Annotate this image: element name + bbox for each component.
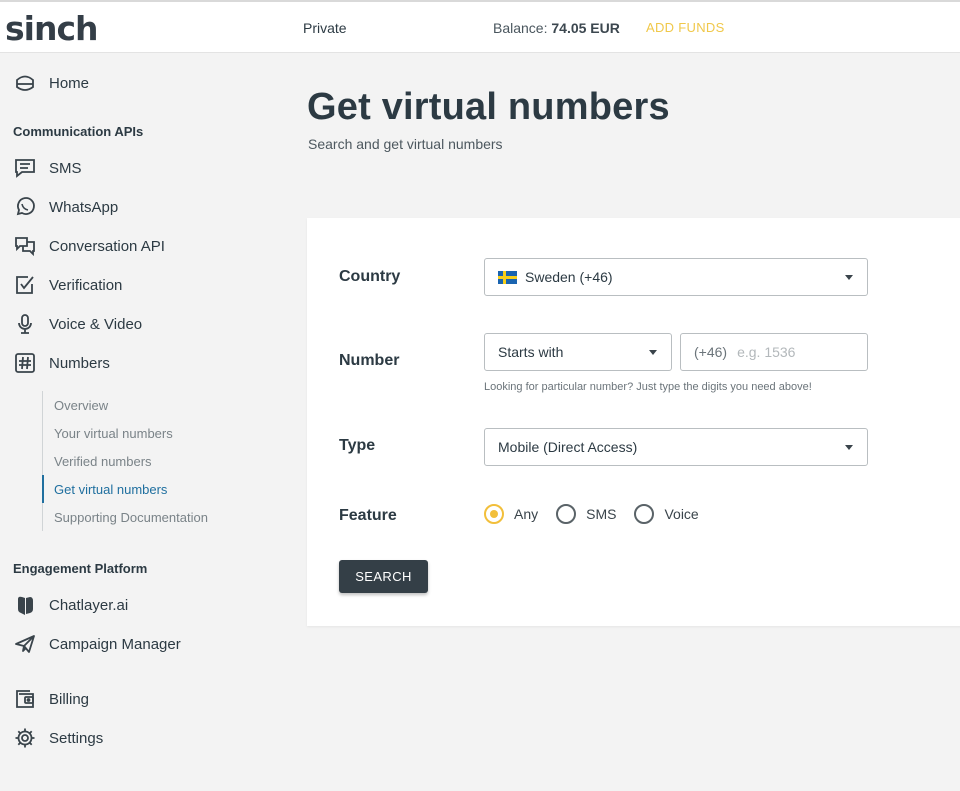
submenu-item-your-virtual-numbers[interactable]: Your virtual numbers (43, 419, 262, 447)
section-engagement-platform: Engagement Platform (13, 561, 148, 576)
numbers-submenu: Overview Your virtual numbers Verified n… (42, 391, 262, 531)
add-funds-link[interactable]: ADD FUNDS (646, 20, 725, 35)
sidebar-item-campaign-manager[interactable]: Campaign Manager (0, 629, 270, 659)
sidebar-item-conversation-api[interactable]: Conversation API (0, 231, 270, 261)
number-placeholder: e.g. 1536 (737, 344, 796, 360)
number-label: Number (339, 352, 400, 369)
sidebar-item-whatsapp[interactable]: WhatsApp (0, 192, 270, 222)
sidebar-item-chatlayer[interactable]: Chatlayer.ai (0, 590, 270, 620)
number-input[interactable]: (+46) e.g. 1536 (680, 333, 868, 371)
balance-label: Balance: (493, 20, 548, 36)
sidebar-item-verification[interactable]: Verification (0, 270, 270, 300)
feature-option-label: SMS (586, 506, 617, 522)
page-title: Get virtual numbers (307, 86, 670, 128)
number-hint: Looking for particular number? Just type… (484, 381, 812, 393)
submenu-item-get-virtual-numbers[interactable]: Get virtual numbers (42, 475, 262, 503)
balance-value: 74.05 EUR (551, 20, 620, 36)
country-label: Country (339, 268, 401, 285)
sidebar-item-label: Campaign Manager (49, 635, 181, 653)
chevron-down-icon (649, 350, 657, 355)
chevron-down-icon (845, 445, 853, 450)
chat-bubbles-icon (14, 235, 36, 257)
feature-label: Feature (339, 507, 397, 524)
sidebar-item-sms[interactable]: SMS (0, 153, 270, 183)
sidebar-item-voice-video[interactable]: Voice & Video (0, 309, 270, 339)
hashtag-icon (14, 352, 36, 374)
sidebar-item-label: Settings (49, 729, 104, 747)
message-icon (14, 157, 36, 179)
sidebar-item-label: Billing (49, 690, 90, 708)
sidebar-item-label: Chatlayer.ai (49, 596, 129, 614)
sidebar-item-label: Verification (49, 276, 123, 294)
search-button[interactable]: SEARCH (339, 560, 428, 593)
checkbox-icon (14, 274, 36, 296)
sidebar-item-settings[interactable]: Settings (0, 723, 270, 753)
radio-unchecked-icon (634, 504, 655, 524)
chatlayer-icon (14, 594, 36, 616)
number-prefix: (+46) (694, 344, 728, 360)
account-name: Private (303, 20, 347, 36)
sweden-flag-icon (498, 270, 517, 284)
home-icon (14, 72, 36, 94)
number-mode-select[interactable]: Starts with (484, 333, 672, 371)
type-label: Type (339, 437, 376, 454)
feature-radio-any[interactable]: Any (484, 504, 538, 524)
radio-checked-icon (484, 504, 504, 524)
sinch-logo[interactable]: sinch (5, 9, 99, 48)
sidebar-item-home[interactable]: Home (0, 68, 270, 98)
country-value: Sweden (+46) (525, 269, 613, 285)
sidebar-item-numbers[interactable]: Numbers (0, 348, 270, 378)
country-select[interactable]: Sweden (+46) (484, 258, 868, 296)
submenu-item-supporting-documentation[interactable]: Supporting Documentation (43, 503, 262, 531)
feature-radio-group: Any SMS Voice (484, 504, 717, 524)
section-communication-apis: Communication APIs (13, 124, 144, 139)
submenu-item-overview[interactable]: Overview (43, 391, 262, 419)
sidebar-item-label: Voice & Video (49, 315, 143, 333)
feature-radio-sms[interactable]: SMS (556, 504, 616, 524)
sidebar-item-label: Home (49, 74, 90, 92)
search-form-card: Country Sweden (+46) Number Starts with … (307, 218, 960, 626)
sidebar-item-label: SMS (49, 159, 82, 177)
top-bar: sinch Private Balance: 74.05 EUR ADD FUN… (0, 0, 960, 53)
feature-radio-voice[interactable]: Voice (634, 504, 699, 524)
feature-option-label: Any (514, 506, 539, 522)
balance: Balance: 74.05 EUR (493, 20, 620, 36)
type-select[interactable]: Mobile (Direct Access) (484, 428, 868, 466)
number-mode-value: Starts with (498, 344, 564, 360)
type-value: Mobile (Direct Access) (498, 439, 638, 455)
microphone-icon (14, 313, 36, 335)
sidebar-item-label: Conversation API (49, 237, 165, 255)
gear-icon (14, 727, 36, 749)
sidebar-item-label: WhatsApp (49, 198, 119, 216)
sidebar-item-label: Numbers (49, 354, 110, 372)
sidebar: Home Communication APIs SMS WhatsApp Con… (0, 53, 280, 791)
paper-plane-icon (14, 633, 36, 655)
whatsapp-icon (14, 196, 36, 218)
chevron-down-icon (845, 275, 853, 280)
radio-unchecked-icon (556, 504, 577, 524)
wallet-icon (14, 688, 36, 710)
submenu-item-verified-numbers[interactable]: Verified numbers (43, 447, 262, 475)
page-subtitle: Search and get virtual numbers (308, 136, 503, 152)
sidebar-item-billing[interactable]: Billing (0, 684, 270, 714)
feature-option-label: Voice (664, 506, 699, 522)
